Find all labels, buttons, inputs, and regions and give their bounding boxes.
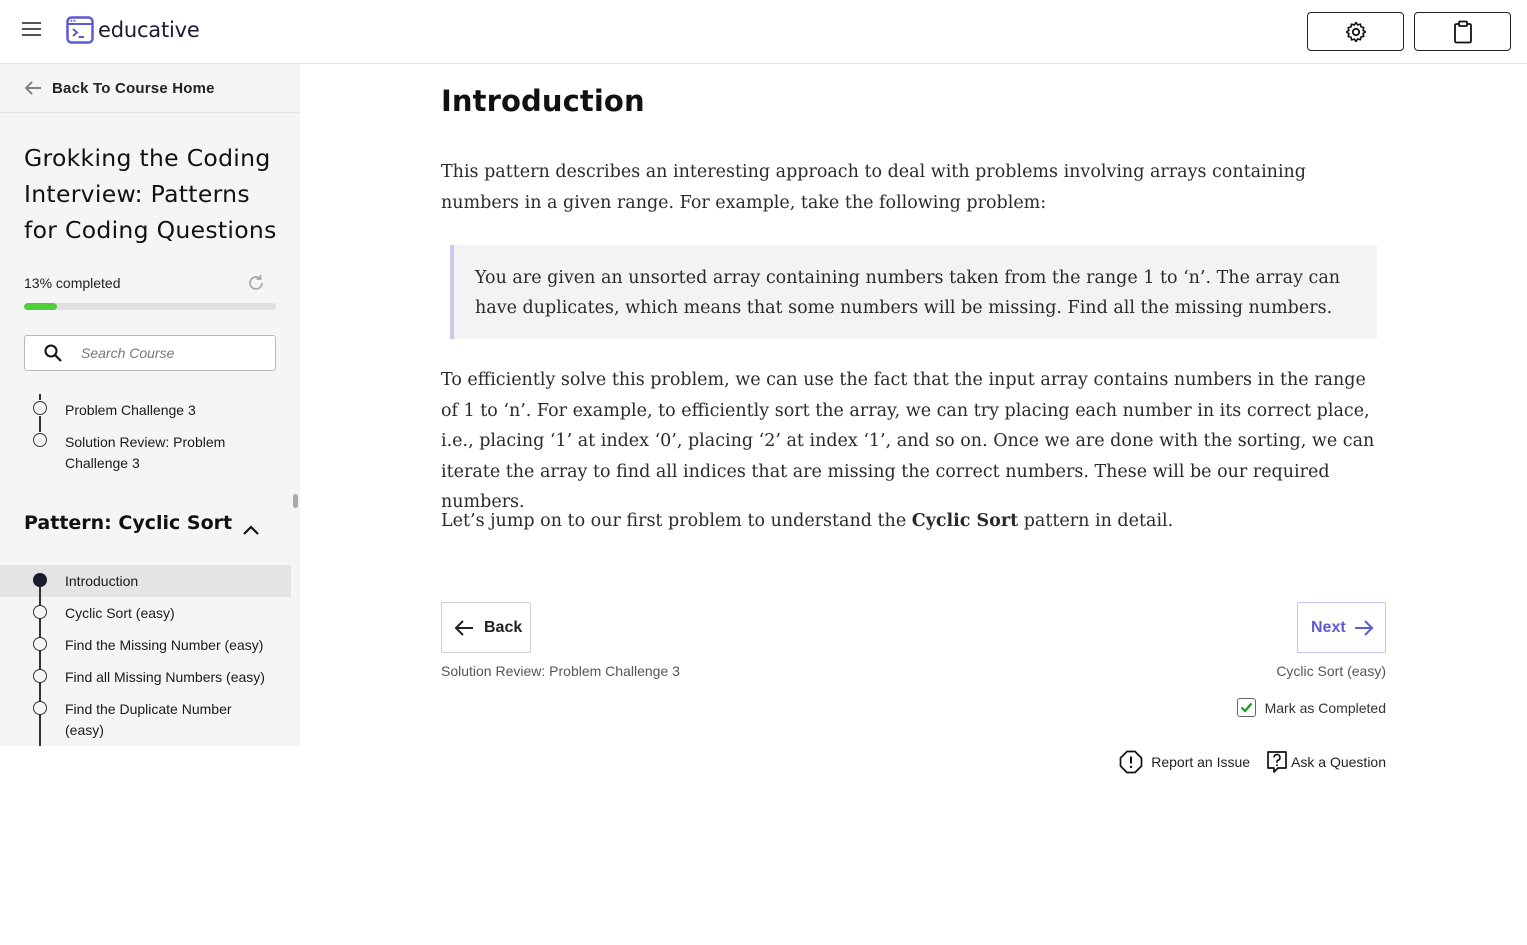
lesson-status-dot <box>33 701 47 715</box>
lesson-label: Solution Review: Problem Challenge 3 <box>65 434 226 471</box>
refresh-icon[interactable] <box>246 273 266 293</box>
back-to-course-home-link[interactable]: Back To Course Home <box>0 64 300 113</box>
progress-bar-fill <box>24 303 57 310</box>
lesson-actions: Report an Issue Ask a Question <box>1119 750 1386 774</box>
progress-label: 13% completed <box>24 275 121 291</box>
lesson-status-dot <box>33 401 47 415</box>
search-course-input[interactable] <box>81 345 251 361</box>
problem-statement: You are given an unsorted array containi… <box>475 268 1341 318</box>
ask-question-button[interactable]: Ask a Question <box>1266 750 1386 774</box>
arrow-right-icon <box>1354 619 1374 636</box>
lesson-status-dot <box>33 605 47 619</box>
timeline-line <box>39 394 41 400</box>
settings-button[interactable] <box>1307 12 1404 51</box>
gear-icon <box>1345 21 1366 42</box>
ask-question-label: Ask a Question <box>1291 754 1386 770</box>
next-button-label: Next <box>1311 618 1346 636</box>
timeline-line <box>39 416 41 432</box>
chevron-up-icon[interactable] <box>242 524 260 536</box>
back-button[interactable]: Back <box>441 602 531 653</box>
lesson-label: Cyclic Sort (easy) <box>65 605 175 621</box>
lesson-status-dot <box>33 573 47 587</box>
search-icon <box>44 344 62 362</box>
lesson-item[interactable]: Problem Challenge 3 <box>0 400 291 424</box>
next-step-text-end: pattern in detail. <box>1018 511 1174 531</box>
clipboard-icon <box>1453 20 1472 43</box>
checkmark-icon <box>1240 702 1252 713</box>
lesson-item[interactable]: Find the Missing Number (easy) <box>0 635 291 659</box>
back-button-label: Back <box>484 618 523 636</box>
intro-paragraph: This pattern describes an interesting ap… <box>441 162 1307 213</box>
menu-icon[interactable] <box>22 22 42 42</box>
next-step-text: Let’s jump on to our first problem to un… <box>441 511 912 531</box>
lesson-item[interactable]: Solution Review: Problem Challenge 3 <box>0 432 291 476</box>
pattern-name: Cyclic Sort <box>911 511 1019 531</box>
lesson-label: Find the Missing Number (easy) <box>65 637 264 653</box>
top-bar: educative <box>0 0 1527 64</box>
next-step-paragraph: Let’s jump on to our first problem to un… <box>441 506 1386 537</box>
lesson-label: Introduction <box>65 573 139 589</box>
lesson-status-dot <box>33 637 47 651</box>
sidebar-scrollbar[interactable] <box>293 494 298 508</box>
lesson-status-dot <box>33 669 47 683</box>
report-issue-label: Report an Issue <box>1151 754 1251 770</box>
notes-button[interactable] <box>1414 12 1511 51</box>
progress-bar <box>24 303 276 310</box>
lesson-label: Problem Challenge 3 <box>65 402 196 418</box>
arrow-left-icon <box>454 619 473 636</box>
report-issue-button[interactable]: Report an Issue <box>1119 750 1250 774</box>
lesson-label: Find the Duplicate Number (easy) <box>65 701 232 738</box>
brand-name: educative <box>98 18 200 42</box>
next-button[interactable]: Next <box>1297 602 1386 653</box>
question-bubble-icon <box>1267 751 1287 773</box>
course-sidebar: Back To Course Home Grokking the Coding … <box>0 64 300 746</box>
section-title: Pattern: Cyclic Sort <box>24 512 233 534</box>
problem-blockquote: You are given an unsorted array containi… <box>450 245 1377 339</box>
course-title: Grokking the Coding Interview: Patterns … <box>24 144 277 244</box>
page-title: Introduction <box>441 84 645 118</box>
previous-lesson-title[interactable]: Solution Review: Problem Challenge 3 <box>441 663 680 679</box>
next-lesson-title[interactable]: Cyclic Sort (easy) <box>1276 663 1386 679</box>
mark-completed-label: Mark as Completed <box>1264 699 1386 716</box>
approach-paragraph: To efficiently solve this problem, we ca… <box>441 370 1375 512</box>
alert-octagon-icon <box>1119 750 1143 774</box>
lesson-item[interactable]: Find the Duplicate Number (easy) <box>0 699 291 743</box>
mark-as-completed[interactable]: Mark as Completed <box>1236 698 1386 717</box>
lesson-status-dot <box>33 433 47 447</box>
back-to-course-home-label: Back To Course Home <box>52 79 215 97</box>
lesson-item[interactable]: Find all Missing Numbers (easy) <box>0 667 291 691</box>
search-course-box[interactable] <box>24 335 276 371</box>
lesson-item-introduction[interactable]: Introduction <box>0 565 291 597</box>
lesson-item[interactable]: Cyclic Sort (easy) <box>0 603 291 627</box>
mark-completed-checkbox[interactable] <box>1236 698 1256 717</box>
educative-logo-icon <box>66 16 94 44</box>
brand-logo[interactable]: educative <box>66 16 200 44</box>
arrow-left-icon <box>24 81 41 95</box>
lesson-label: Find all Missing Numbers (easy) <box>65 669 265 685</box>
